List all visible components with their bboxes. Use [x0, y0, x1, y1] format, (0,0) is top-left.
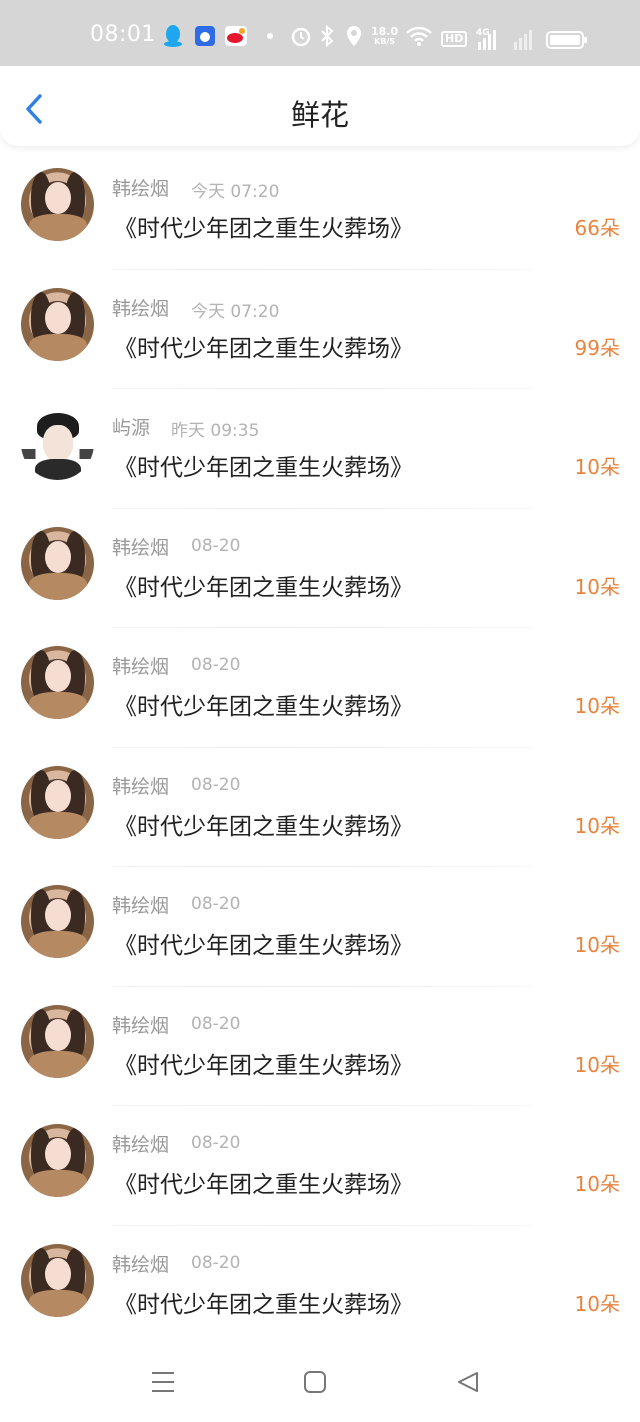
- book-title[interactable]: 《时代少年团之重生火葬场》: [114, 329, 413, 363]
- bluetooth-icon: [319, 25, 335, 47]
- location-icon: [344, 26, 364, 46]
- weibo-icon: [224, 26, 248, 46]
- avatar[interactable]: [21, 526, 94, 600]
- flower-count: 10朵: [574, 1291, 620, 1316]
- timestamp: 昨天 09:35: [171, 421, 260, 441]
- flower-count: 10朵: [574, 1172, 620, 1196]
- avatar[interactable]: [21, 1124, 94, 1197]
- book-title[interactable]: 《时代少年团之重生火葬场》: [114, 568, 413, 602]
- flower-list: 韩绘烟 今天 07:20 《时代少年团之重生火葬场》 66朵 韩绘烟 今天 07:20 《时…: [0, 150, 640, 1345]
- sender-name[interactable]: 屿源: [112, 413, 150, 440]
- avatar[interactable]: [21, 168, 94, 241]
- book-title[interactable]: 《时代少年团之重生火葬场》: [114, 1165, 413, 1199]
- timestamp: 08-20: [191, 1013, 241, 1034]
- flower-count: 10朵: [574, 1052, 620, 1077]
- baidu-icon: [194, 26, 216, 46]
- list-item[interactable]: 韩绘烟 08-20 《时代少年团之重生火葬场》 10朵: [0, 867, 640, 987]
- flower-count: 10朵: [574, 813, 620, 838]
- battery-icon: [546, 30, 588, 50]
- book-title[interactable]: 《时代少年团之重生火葬场》: [114, 1285, 413, 1319]
- menu-icon: [152, 1372, 174, 1392]
- sender-name[interactable]: 韩绘烟: [112, 1250, 169, 1277]
- book-title[interactable]: 《时代少年团之重生火葬场》: [114, 687, 413, 721]
- menu-button[interactable]: [150, 1369, 180, 1399]
- list-item[interactable]: 屿源 昨天 09:35 《时代少年团之重生火葬场》 10朵: [0, 389, 640, 509]
- sender-name[interactable]: 韩绘烟: [112, 533, 169, 560]
- back-triangle-icon: [458, 1372, 478, 1392]
- qq-icon: [162, 25, 184, 47]
- status-bar: 08:01 18.0 KB/S HD 4G: [0, 0, 640, 66]
- sender-name[interactable]: 韩绘烟: [112, 174, 169, 201]
- timestamp: 今天 07:20: [191, 301, 280, 322]
- avatar[interactable]: [21, 765, 94, 839]
- speed-unit: KB/S: [374, 37, 396, 46]
- list-item[interactable]: 韩绘烟 今天 07:20 《时代少年团之重生火葬场》 66朵: [0, 150, 640, 270]
- avatar[interactable]: [21, 1243, 94, 1317]
- signal-icon: [478, 30, 536, 50]
- status-time: 08:01: [90, 22, 156, 47]
- book-title[interactable]: 《时代少年团之重生火葬场》: [114, 926, 413, 960]
- sender-name[interactable]: 韩绘烟: [112, 891, 169, 918]
- list-item[interactable]: 韩绘烟 08-20 《时代少年团之重生火葬场》 10朵: [0, 1106, 640, 1226]
- book-title[interactable]: 《时代少年团之重生火葬场》: [114, 209, 413, 243]
- wifi-icon: [405, 26, 433, 46]
- flower-count: 10朵: [574, 933, 620, 957]
- avatar[interactable]: [21, 885, 94, 958]
- page-title: 鲜花: [290, 98, 349, 132]
- list-item[interactable]: 韩绘烟 08-20 《时代少年团之重生火葬场》 10朵: [0, 509, 640, 628]
- back-nav-button[interactable]: [455, 1369, 485, 1399]
- book-title[interactable]: 《时代少年团之重生火葬场》: [114, 448, 413, 482]
- sender-name[interactable]: 韩绘烟: [112, 1011, 169, 1038]
- flower-count: 10朵: [574, 455, 620, 479]
- timestamp: 08-20: [191, 1133, 241, 1153]
- timestamp: 08-20: [191, 1252, 241, 1273]
- home-square-icon: [304, 1371, 326, 1393]
- sender-name[interactable]: 韩绘烟: [112, 1130, 169, 1157]
- alarm-icon: [290, 26, 312, 47]
- avatar[interactable]: [21, 287, 94, 361]
- avatar[interactable]: [21, 407, 94, 480]
- book-title[interactable]: 《时代少年团之重生火葬场》: [114, 1046, 413, 1080]
- timestamp: 08-20: [191, 655, 241, 675]
- flower-count: 10朵: [574, 694, 620, 718]
- list-item[interactable]: 韩绘烟 08-20 《时代少年团之重生火葬场》 10朵: [0, 987, 640, 1106]
- sender-name[interactable]: 韩绘烟: [112, 652, 169, 679]
- flower-count: 10朵: [574, 574, 620, 599]
- dot-icon: [266, 26, 274, 46]
- speed-value: 18.0: [371, 25, 399, 38]
- list-item[interactable]: 韩绘烟 08-20 《时代少年团之重生火葬场》 10朵: [0, 748, 640, 867]
- header: 鲜花: [0, 66, 640, 146]
- flower-count: 99朵: [574, 335, 620, 360]
- avatar[interactable]: [21, 1004, 94, 1078]
- list-item[interactable]: 韩绘烟 08-20 《时代少年团之重生火葬场》 10朵: [0, 1226, 640, 1345]
- network-speed: 18.0 KB/S: [371, 25, 399, 47]
- flower-count: 66朵: [574, 216, 620, 240]
- sender-name[interactable]: 韩绘烟: [112, 772, 169, 799]
- system-nav-bar: [0, 1342, 640, 1422]
- hd-badge: HD: [441, 31, 468, 47]
- list-item[interactable]: 韩绘烟 08-20 《时代少年团之重生火葬场》 10朵: [0, 628, 640, 748]
- timestamp: 08-20: [191, 774, 241, 795]
- timestamp: 08-20: [191, 894, 241, 914]
- timestamp: 08-20: [191, 535, 241, 556]
- sender-name[interactable]: 韩绘烟: [112, 294, 169, 321]
- timestamp: 今天 07:20: [191, 182, 280, 202]
- avatar[interactable]: [21, 646, 94, 719]
- list-item[interactable]: 韩绘烟 今天 07:20 《时代少年团之重生火葬场》 99朵: [0, 270, 640, 389]
- home-button[interactable]: [302, 1369, 332, 1399]
- book-title[interactable]: 《时代少年团之重生火葬场》: [114, 807, 413, 841]
